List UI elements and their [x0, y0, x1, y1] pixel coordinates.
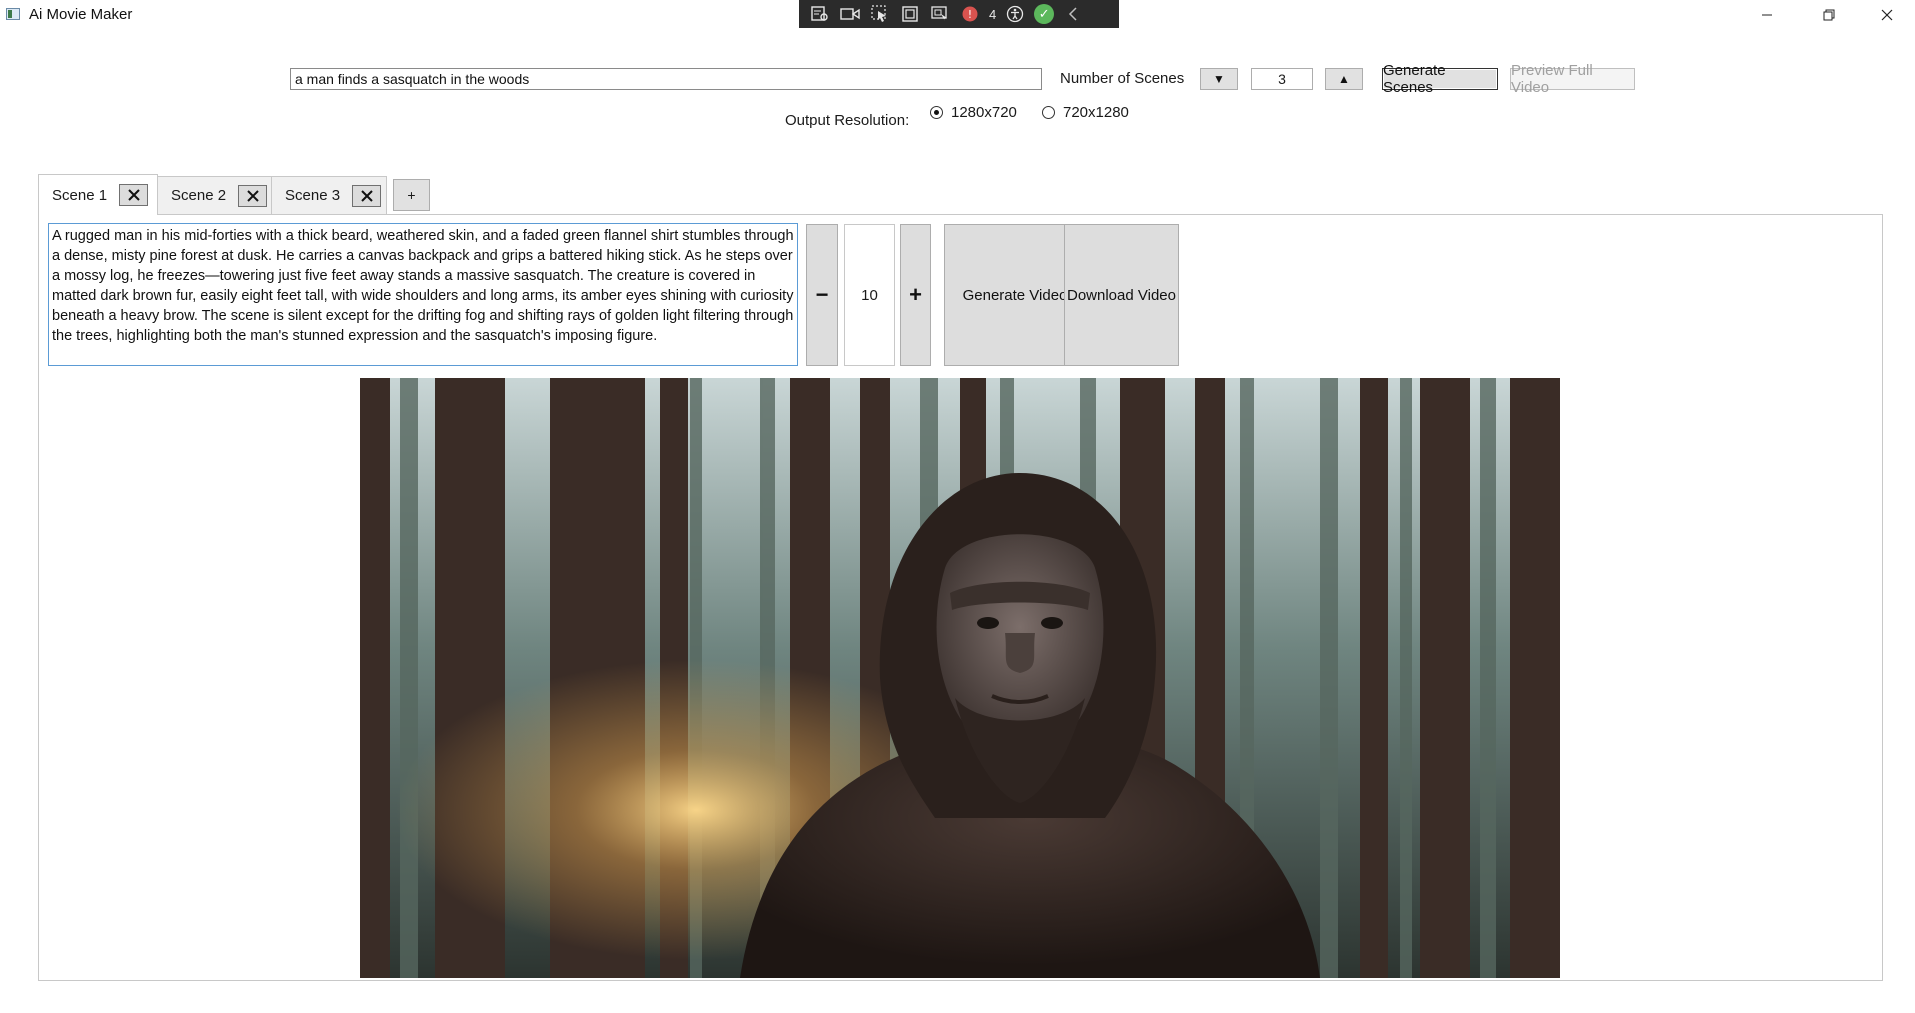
resolution-option-label: 720x1280 — [1063, 104, 1129, 121]
scene-count-field[interactable]: 3 — [1251, 68, 1313, 90]
number-of-scenes-label: Number of Scenes — [1060, 70, 1185, 87]
radio-selected-icon — [930, 106, 943, 119]
scenes-decrement-button[interactable]: ▼ — [1200, 68, 1238, 90]
sasquatch-forest-image — [360, 378, 1560, 978]
accessibility-icon[interactable] — [1004, 4, 1026, 24]
record-icon[interactable] — [839, 4, 861, 24]
collapse-chevron-icon[interactable] — [1062, 4, 1084, 24]
minimize-icon — [1762, 14, 1772, 16]
close-tab-button[interactable] — [352, 184, 382, 207]
story-prompt-input[interactable] — [290, 68, 1042, 90]
track-focus-icon[interactable] — [929, 4, 951, 24]
display-layout-adorners-icon[interactable] — [899, 4, 921, 24]
preview-full-video-button[interactable]: Preview Full Video — [1510, 62, 1635, 96]
checkmark-icon: ✓ — [1034, 4, 1055, 24]
close-button[interactable] — [1864, 0, 1910, 30]
close-icon — [127, 189, 140, 201]
radio-unselected-icon — [1042, 106, 1055, 119]
title-bar: Ai Movie Maker ! 4 ✓ — [0, 0, 1915, 30]
svg-text:!: ! — [968, 8, 972, 21]
close-icon — [360, 189, 373, 202]
duration-increment-button[interactable]: + — [900, 224, 931, 366]
scene-preview-image — [360, 378, 1560, 978]
restore-button[interactable] — [1806, 0, 1852, 30]
add-scene-tab-button[interactable]: + — [393, 179, 430, 211]
resolution-option-label: 1280x720 — [951, 104, 1017, 121]
close-icon — [246, 189, 259, 202]
download-video-button[interactable]: Download Video — [1064, 224, 1179, 366]
duration-value-field[interactable]: 10 — [844, 224, 895, 366]
tab-label: Scene 2 — [171, 187, 227, 204]
select-element-icon[interactable] — [869, 4, 891, 24]
duration-decrement-button[interactable]: − — [806, 224, 838, 366]
app-icon — [6, 8, 20, 20]
close-tab-button[interactable] — [238, 184, 268, 207]
tab-label: Scene 1 — [52, 186, 108, 204]
close-tab-button[interactable] — [119, 184, 149, 206]
scene-description-textarea[interactable]: A rugged man in his mid-forties with a t… — [48, 223, 798, 366]
scenes-increment-button[interactable]: ▲ — [1325, 68, 1363, 90]
restore-icon — [1823, 9, 1835, 21]
generate-scenes-button[interactable]: Generate Scenes — [1382, 62, 1498, 96]
xaml-debug-toolbar: ! 4 ✓ — [799, 0, 1119, 28]
tab-label: Scene 3 — [285, 187, 341, 204]
tab-scene-2[interactable]: Scene 2 — [157, 176, 272, 214]
tab-scene-1[interactable]: Scene 1 — [38, 174, 158, 215]
binding-failures-icon[interactable]: ! — [959, 4, 981, 24]
tab-scene-3[interactable]: Scene 3 — [271, 176, 387, 214]
output-resolution-label: Output Resolution: — [785, 112, 910, 129]
binding-failures-count: 4 — [989, 6, 997, 22]
minimize-button[interactable] — [1744, 0, 1790, 30]
live-visual-tree-icon[interactable] — [809, 4, 831, 24]
resolution-option-1280x720[interactable]: 1280x720 — [930, 104, 1017, 121]
close-icon — [1881, 9, 1893, 21]
window-title: Ai Movie Maker — [29, 6, 133, 23]
resolution-option-720x1280[interactable]: 720x1280 — [1042, 104, 1129, 121]
